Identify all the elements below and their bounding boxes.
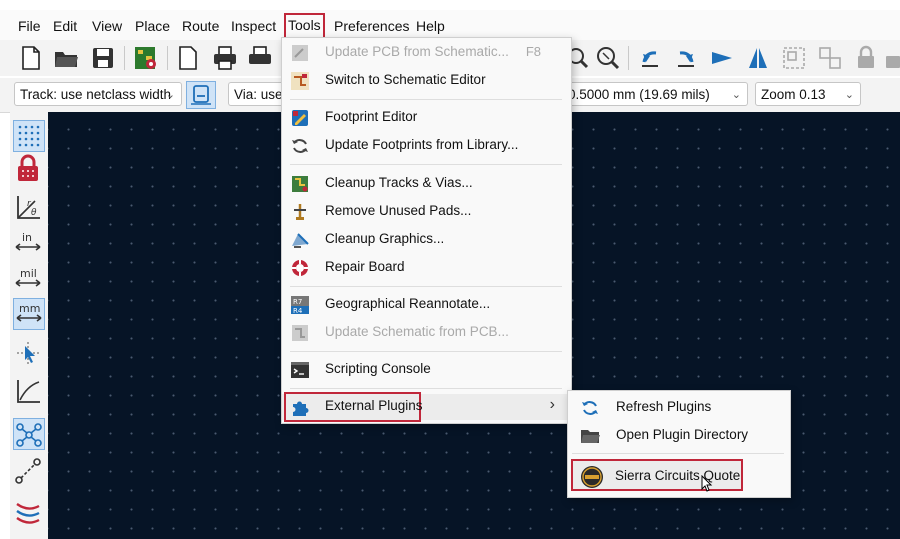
- route-tracks-icon[interactable]: [13, 456, 45, 488]
- grid-value: 0.5000 mm (19.69 mils): [568, 87, 710, 102]
- menu-open-plugin-directory[interactable]: Open Plugin Directory: [568, 423, 788, 449]
- zoom-select[interactable]: Zoom 0.13 ⌄: [755, 82, 861, 106]
- menu-preferences[interactable]: Preferences: [334, 16, 409, 36]
- reannotate-icon: R7 R4: [290, 295, 310, 315]
- svg-text:R7: R7: [293, 298, 302, 306]
- units-mm-label: mm: [19, 302, 40, 315]
- menu-cleanup-graphics[interactable]: Cleanup Graphics...: [282, 227, 569, 253]
- chevron-down-icon: ⌄: [844, 89, 854, 101]
- menu-separator: [290, 164, 562, 165]
- menu-update-pcb-from-schematic[interactable]: Update PCB from Schematic... F8: [282, 40, 569, 66]
- units-mil-label: mil: [20, 267, 37, 280]
- group-icon[interactable]: [780, 44, 808, 72]
- menu-help[interactable]: Help: [416, 16, 445, 36]
- menu-tools[interactable]: Tools: [284, 13, 325, 39]
- units-mm-button[interactable]: mm: [13, 298, 45, 330]
- board-setup-icon[interactable]: [132, 44, 160, 72]
- auto-track-width-button[interactable]: [186, 81, 216, 109]
- menu-separator: [572, 453, 784, 454]
- menu-footprint-editor[interactable]: Footprint Editor: [282, 105, 569, 131]
- remove-pads-icon: [290, 202, 310, 222]
- menu-update-footprints-from-library[interactable]: Update Footprints from Library...: [282, 133, 569, 159]
- menu-refresh-plugins[interactable]: Refresh Plugins: [568, 395, 788, 421]
- chevron-down-icon: ⌄: [731, 89, 741, 101]
- menu-repair-board[interactable]: Repair Board: [282, 255, 569, 281]
- show-ratsnest-icon[interactable]: [13, 418, 45, 450]
- rotate-cw-icon[interactable]: [672, 44, 700, 72]
- open-folder-icon[interactable]: [52, 44, 80, 72]
- sierra-circuits-icon: [580, 465, 604, 489]
- page-settings-icon[interactable]: [174, 44, 202, 72]
- zoom-value: Zoom 0.13: [761, 87, 826, 102]
- save-icon[interactable]: [89, 44, 117, 72]
- chevron-down-icon: ⌄: [165, 89, 175, 101]
- tools-menu: Update PCB from Schematic... F8 Switch t…: [281, 37, 572, 424]
- menu-external-plugins[interactable]: External Plugins ›: [282, 392, 569, 422]
- ungroup-icon[interactable]: [816, 44, 844, 72]
- track-width-select[interactable]: Track: use netclass width ⌄: [14, 82, 182, 106]
- toolbar-separator: [167, 46, 168, 70]
- unlock-icon[interactable]: [884, 44, 900, 72]
- ratsnest-curve-icon[interactable]: [13, 376, 45, 408]
- layers-icon[interactable]: [13, 496, 45, 528]
- menu-route[interactable]: Route: [182, 16, 219, 36]
- svg-text:θ: θ: [31, 208, 37, 218]
- external-plugins-submenu: Refresh Plugins Open Plugin Directory Si…: [567, 390, 791, 498]
- menu-edit[interactable]: Edit: [53, 16, 77, 36]
- menu-separator: [290, 388, 562, 389]
- menu-scripting-console[interactable]: Scripting Console: [282, 357, 569, 383]
- zoom-selection-icon[interactable]: [594, 44, 622, 72]
- menu-inspect[interactable]: Inspect: [231, 16, 276, 36]
- rotate-ccw-icon[interactable]: [636, 44, 664, 72]
- grid-select[interactable]: 0.5000 mm (19.69 mils) ⌄: [566, 82, 748, 106]
- menu-view[interactable]: View: [92, 16, 122, 36]
- menu-geographical-reannotate[interactable]: R7 R4 Geographical Reannotate...: [282, 292, 569, 318]
- lock-icon[interactable]: [852, 44, 880, 72]
- cleanup-graphics-icon: [290, 230, 310, 250]
- menu-file[interactable]: File: [18, 16, 41, 36]
- grid-toggle-icon[interactable]: [13, 120, 45, 152]
- units-in-label: in: [22, 231, 32, 244]
- left-toolbar: rθ in mil mm: [10, 112, 48, 539]
- repair-board-icon: [290, 258, 310, 278]
- menu-update-schematic-from-pcb[interactable]: Update Schematic from PCB...: [282, 320, 569, 346]
- grid-lock-icon[interactable]: [13, 154, 45, 186]
- print-icon[interactable]: [211, 44, 239, 72]
- submenu-arrow-icon: ›: [549, 396, 555, 413]
- mouse-cursor-icon: [700, 474, 714, 493]
- svg-text:R4: R4: [293, 307, 303, 315]
- mirror-v-icon[interactable]: [744, 44, 772, 72]
- footprint-editor-icon: [290, 108, 310, 128]
- cleanup-tracks-icon: [290, 174, 310, 194]
- polar-coords-icon[interactable]: rθ: [13, 192, 45, 224]
- menu-cleanup-tracks-vias[interactable]: Cleanup Tracks & Vias...: [282, 171, 569, 197]
- menu-separator: [290, 99, 562, 100]
- menu-place[interactable]: Place: [135, 16, 170, 36]
- menu-sierra-circuits-quote[interactable]: Sierra Circuits Quote: [571, 459, 743, 491]
- via-size-value: Via: use: [234, 87, 283, 102]
- plot-icon[interactable]: [246, 44, 274, 72]
- mirror-h-icon[interactable]: [708, 44, 736, 72]
- update-schematic-icon: [290, 323, 310, 343]
- console-icon: [290, 360, 310, 380]
- units-inches-button[interactable]: in: [13, 228, 45, 260]
- menu-switch-to-schematic-editor[interactable]: Switch to Schematic Editor: [282, 68, 569, 94]
- menu-separator: [290, 286, 562, 287]
- refresh-icon: [580, 398, 600, 418]
- menu-remove-unused-pads[interactable]: Remove Unused Pads...: [282, 199, 569, 225]
- menu-separator: [290, 351, 562, 352]
- refresh-icon: [290, 136, 310, 156]
- schematic-editor-icon: [290, 71, 310, 91]
- cursor-style-icon[interactable]: [13, 338, 45, 370]
- puzzle-icon: [290, 397, 310, 417]
- new-file-icon[interactable]: [17, 44, 45, 72]
- toolbar-separator: [124, 46, 125, 70]
- folder-icon: [580, 426, 600, 446]
- toolbar-separator: [628, 46, 629, 70]
- track-width-value: Track: use netclass width: [20, 87, 172, 102]
- update-pcb-icon: [290, 43, 310, 63]
- via-size-select[interactable]: Via: use: [228, 82, 288, 106]
- units-mils-button[interactable]: mil: [13, 264, 45, 296]
